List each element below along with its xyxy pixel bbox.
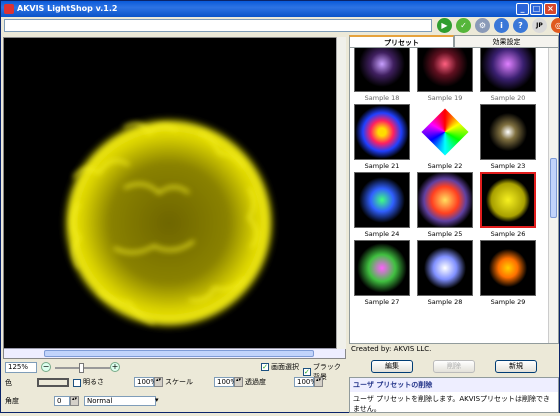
preset-label: Sample 20 — [490, 94, 526, 102]
angle-input[interactable]: 0 — [54, 396, 70, 406]
color-checkbox[interactable] — [73, 379, 81, 387]
preset-scrollbar[interactable] — [548, 48, 558, 343]
preset-image — [354, 172, 410, 228]
preset-image — [480, 104, 536, 160]
preset-thumbnail[interactable]: Sample 18 — [354, 48, 414, 104]
preset-image — [421, 108, 469, 156]
preset-label: Sample 26 — [490, 230, 526, 238]
preset-thumbnail[interactable]: Sample 21 — [354, 104, 414, 172]
close-plugin-icon[interactable]: ◎ — [551, 18, 560, 33]
minimize-button[interactable]: _ — [516, 3, 529, 15]
scale-input[interactable]: 100% — [214, 377, 237, 387]
preset-image — [480, 172, 536, 228]
brightness-input[interactable]: 100% — [134, 377, 157, 387]
preset-thumbnail[interactable]: Sample 29 — [480, 240, 540, 308]
preset-thumbnail[interactable]: Sample 19 — [417, 48, 477, 104]
opacity-input[interactable]: 100% — [294, 377, 317, 387]
new-button[interactable]: 新規 — [495, 360, 537, 373]
preset-thumbnail[interactable]: Sample 28 — [417, 240, 477, 308]
file-path-field[interactable] — [4, 19, 432, 32]
tab-presets[interactable]: プリセット — [349, 35, 454, 47]
language-icon[interactable]: JP — [532, 18, 547, 33]
checkmark-icon: ✓ — [303, 368, 311, 376]
preview-canvas[interactable] — [3, 37, 346, 359]
preset-credit: Created by: AKVIS LLC. — [351, 345, 432, 353]
preset-thumbnail[interactable]: Sample 24 — [354, 172, 414, 240]
run-icon[interactable]: ▶ — [437, 18, 452, 33]
preset-label: Sample 27 — [364, 298, 400, 306]
app-logo-icon — [4, 4, 14, 14]
delete-button[interactable]: 削除 — [433, 360, 475, 373]
angle-spinner[interactable]: ▴▾ — [70, 396, 79, 406]
preset-thumbnail[interactable]: Sample 20 — [480, 48, 540, 104]
help-text: ユーザ プリセットを削除します。AKVISプリセットは削除できません。 — [353, 395, 551, 413]
preset-image — [480, 48, 536, 92]
settings-icon[interactable]: ⚙ — [475, 18, 490, 33]
glow-effect-image — [61, 115, 277, 331]
color-swatch[interactable] — [37, 378, 69, 387]
preset-thumbnail[interactable]: Sample 22 — [417, 104, 477, 172]
preset-image — [354, 240, 410, 296]
preset-label: Sample 28 — [427, 298, 463, 306]
preset-gallery: Sample 18 Sample 19 Sample 20 Sample 21 Samp… — [349, 47, 559, 344]
color-label: 色 — [5, 379, 12, 387]
zoom-out-icon[interactable]: − — [41, 362, 51, 372]
preset-image — [417, 240, 473, 296]
opacity-label: 透過度 — [245, 378, 266, 386]
angle-label: 角度 — [5, 397, 19, 405]
tab-effect-settings[interactable]: 効果設定 — [454, 35, 559, 47]
preset-image — [354, 48, 410, 92]
help-icon[interactable]: ? — [513, 18, 528, 33]
canvas-vertical-scrollbar[interactable] — [336, 37, 346, 349]
preset-label: Sample 21 — [364, 162, 400, 170]
preset-image — [480, 240, 536, 296]
title-bar: AKVIS LightShop v.1.2 _ □ × — [1, 1, 559, 17]
preset-label: Sample 25 — [427, 230, 463, 238]
right-panel: プリセット 効果設定 Sample 18 Sample 19 Sample 20 Sa… — [349, 35, 559, 413]
preset-label: Sample 29 — [490, 298, 526, 306]
preset-label: Sample 22 — [427, 162, 463, 170]
blend-mode-select[interactable]: Normal — [84, 396, 156, 406]
brightness-spinner[interactable]: ▴▾ — [154, 377, 163, 387]
toolbar: ▶ ✓ ⚙ i ? JP ◎ — [1, 17, 560, 34]
scale-spinner[interactable]: ▴▾ — [234, 377, 243, 387]
preset-image — [417, 172, 473, 228]
preset-label: Sample 24 — [364, 230, 400, 238]
zoom-slider-knob[interactable] — [79, 363, 84, 373]
help-heading: ユーザ プリセットの削除 — [350, 378, 558, 392]
close-button[interactable]: × — [544, 3, 557, 15]
help-info-box: ユーザ プリセットの削除 ユーザ プリセットを削除します。AKVISプリセットは… — [349, 377, 559, 413]
preset-label: Sample 18 — [364, 94, 400, 102]
preset-thumbnail[interactable]: Sample 27 — [354, 240, 414, 308]
edit-button[interactable]: 編集 — [371, 360, 413, 373]
zoom-in-icon[interactable]: + — [110, 362, 120, 372]
scale-label: スケール — [165, 378, 193, 386]
app-window: AKVIS LightShop v.1.2 _ □ × ▶ ✓ ⚙ i ? JP… — [0, 0, 560, 413]
preset-image — [417, 48, 473, 92]
chevron-down-icon[interactable]: ▾ — [155, 396, 159, 404]
select-area-checkbox[interactable]: ✓ 画面選択 — [261, 362, 299, 372]
zoom-bar: 125% − + ✓ 画面選択 ✓ ブラック背景 — [3, 362, 346, 381]
opacity-spinner[interactable]: ▴▾ — [314, 377, 323, 387]
preset-thumbnail[interactable]: Sample 23 — [480, 104, 540, 172]
maximize-button[interactable]: □ — [530, 3, 543, 15]
preset-label: Sample 23 — [490, 162, 526, 170]
canvas-horizontal-scrollbar[interactable] — [4, 348, 345, 358]
effect-parameters: 色 明るさ 100% ▴▾ スケール 100% ▴▾ 透過度 100% ▴▾ 角… — [1, 376, 347, 412]
info-icon[interactable]: i — [494, 18, 509, 33]
zoom-input[interactable]: 125% — [5, 362, 37, 373]
apply-icon[interactable]: ✓ — [456, 18, 471, 33]
brightness-label: 明るさ — [83, 378, 104, 386]
preset-label: Sample 19 — [427, 94, 463, 102]
checkmark-icon: ✓ — [261, 363, 269, 371]
preset-image — [354, 104, 410, 160]
window-title: AKVIS LightShop v.1.2 — [17, 4, 118, 13]
preset-thumbnail[interactable]: Sample 26 — [480, 172, 540, 240]
preset-thumbnail[interactable]: Sample 25 — [417, 172, 477, 240]
